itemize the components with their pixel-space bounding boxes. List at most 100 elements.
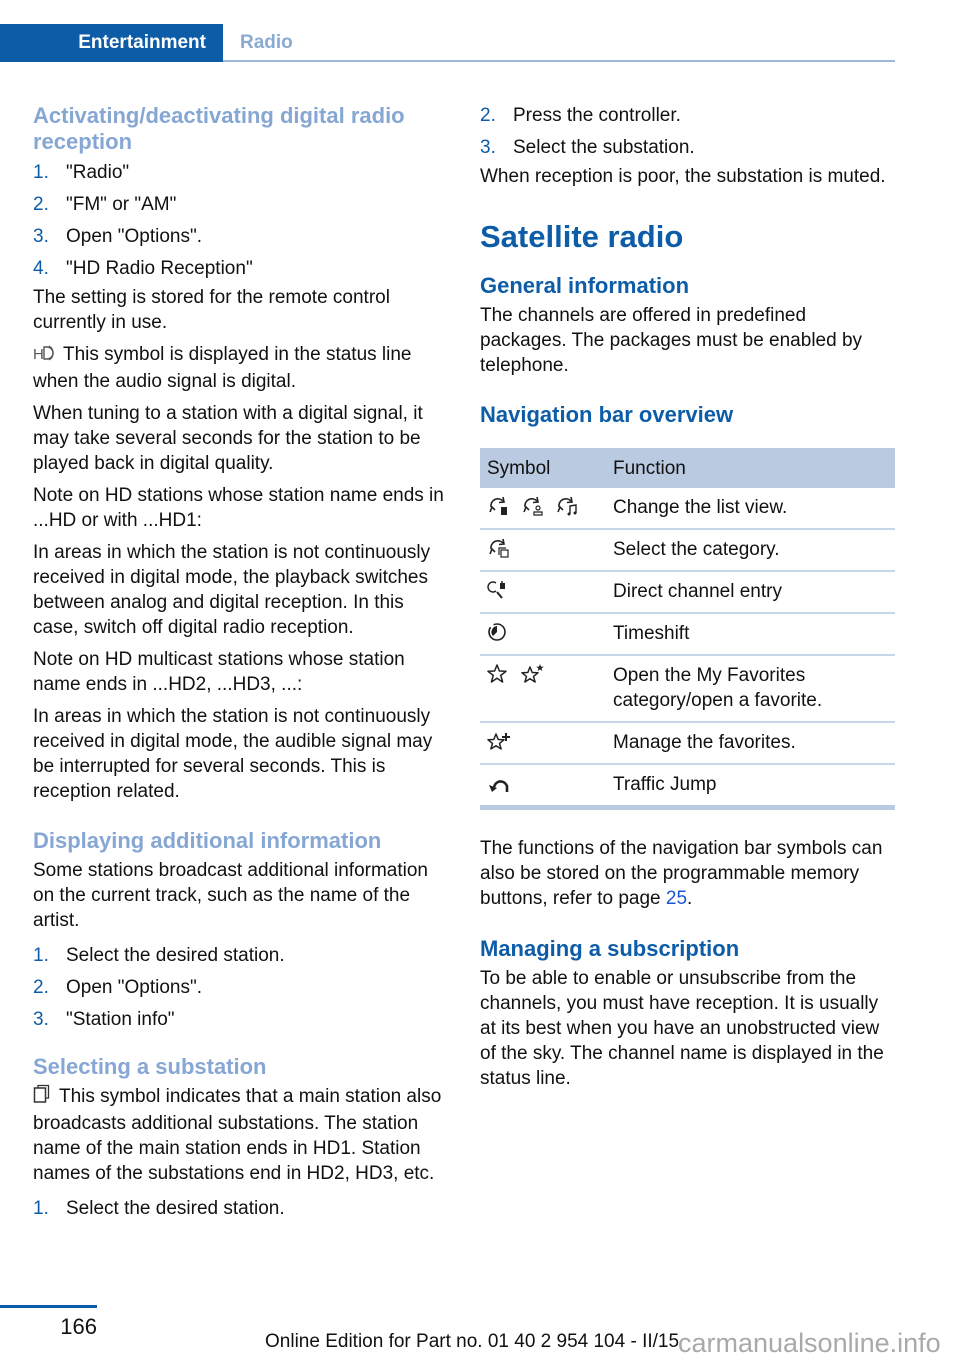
step-text: "Station info" [66,1009,175,1030]
page-number: 166 [60,1314,97,1339]
step-number: 1. [33,1198,49,1219]
paragraph: Note on HD multicast stations whose stat… [33,649,405,695]
list-item: 4. "HD Radio Reception" [33,253,449,285]
heading-navbar-overview: Navigation bar overview [480,402,734,427]
function-cell: Select the category. [606,529,895,572]
function-cell: Direct channel entry [606,571,895,614]
digital-radio-steps: 1. "Radio" 2. "FM" or "AM" 3. Open "Options… [33,157,449,285]
header-subsection-tab[interactable]: Radio [240,24,293,62]
direct-channel-entry-icon [487,579,511,601]
table-row: Select the category. [480,529,895,572]
step-text: "Radio" [66,162,130,183]
step-number: 4. [33,258,49,279]
paragraph-text: . [687,888,693,909]
heading-subscription: Managing a subscription [480,936,740,961]
symbol-cell [480,571,606,614]
svg-text:H: H [33,346,44,362]
paragraph: The channels are offered in predefined p… [480,305,863,376]
function-cell: Change the list view. [606,488,895,530]
list-item: 3. Select the substation. [480,132,896,164]
heading-additional-info: Displaying additional information [33,828,382,853]
table-row: Manage the favorites. [480,722,895,765]
step-text: Open "Options". [66,226,203,247]
favorite-star-marked-icon [521,663,545,685]
table-row: Traffic Jump [480,764,895,810]
heading-digital-radio: Activating/deactivating digital radio re… [33,103,405,154]
table-row: Change the list view. [480,488,895,530]
paragraph: Note on HD stations whose station name e… [33,485,444,531]
list-item: 1. "Radio" [33,157,449,189]
step-number: 3. [33,226,49,247]
step-text: Press the controller. [513,105,681,126]
manage-favorites-icon [487,730,511,752]
paragraph: When reception is poor, the substation i… [480,166,886,187]
step-text: Open "Options". [66,977,203,998]
function-cell: Manage the favorites. [606,722,895,765]
paragraph: In areas in which the station is not con… [33,706,433,802]
paragraph: Some stations broadcast additional infor… [33,860,429,931]
paragraph-navbar-note: The functions of the navigation bar symb… [480,836,896,911]
function-cell: Open the My Favorites category/open a fa… [606,655,895,723]
step-text: Select the desired station. [66,945,285,966]
favorites-star-icon [487,663,511,685]
paragraph-hd-symbol: H This symbol is displayed in the status… [33,342,449,394]
step-number: 2. [480,105,496,126]
left-column: Activating/deactivating digital radio re… [33,100,449,1225]
traffic-jump-icon [487,772,511,794]
step-text: "FM" or "AM" [66,194,177,215]
step-number: 1. [33,162,49,183]
paragraph: When tuning to a station with a digital … [33,403,423,474]
step-text: Select the desired station. [66,1198,285,1219]
list-view-channel-icon [487,495,511,517]
step-number: 3. [33,1009,49,1030]
function-cell: Traffic Jump [606,764,895,810]
list-item: 3. Open "Options". [33,221,449,253]
table-row: Direct channel entry [480,571,895,614]
paragraph: In areas in which the station is not con… [33,542,431,638]
list-view-artist-icon [521,495,545,517]
list-item: 2. Open "Options". [33,972,449,1004]
right-column: 2. Press the controller. 3. Select the sub… [480,100,896,1091]
step-number: 2. [33,194,49,215]
symbol-cell [480,655,606,723]
list-item: 1. Select the desired station. [33,940,449,972]
step-text: "HD Radio Reception" [66,258,253,279]
page-header: Entertainment Radio [0,24,895,62]
paragraph-text: This symbol is displayed in the status l… [33,344,412,392]
symbol-cell [480,613,606,656]
table-row: Timeshift [480,613,895,656]
table-header-row: Symbol Function [480,448,895,488]
header-divider [223,60,895,62]
paragraph: To be able to enable or unsubscribe from… [480,968,884,1089]
list-item: 2. Press the controller. [480,100,896,132]
paragraph: The setting is stored for the remote con… [33,287,390,333]
category-icon [487,537,511,559]
header-section-tab[interactable]: Entertainment [0,24,223,62]
step-text: Select the substation. [513,137,695,158]
symbol-cell [480,764,606,810]
symbol-cell [480,529,606,572]
page-reference-link[interactable]: 25 [666,888,687,909]
table-row: Open the My Favorites category/open a fa… [480,655,895,723]
edition-info: Online Edition for Part no. 01 40 2 954 … [265,1331,680,1352]
step-number: 3. [480,137,496,158]
hd-radio-icon: H [33,344,55,369]
substation-steps-continued: 2. Press the controller. 3. Select the sub… [480,100,896,164]
step-number: 1. [33,945,49,966]
list-item: 2. "FM" or "AM" [33,189,449,221]
list-view-music-icon [555,495,579,517]
navigation-bar-table: Symbol Function Change the list view. Se… [480,448,895,810]
paragraph-text: This symbol indicates that a main statio… [33,1086,442,1184]
chapter-title: Satellite radio [480,219,684,254]
list-item: 1. Select the desired station. [33,1193,449,1225]
footer-divider [0,1305,97,1308]
heading-general-info: General information [480,273,690,298]
symbol-cell [480,488,606,530]
step-number: 2. [33,977,49,998]
symbol-cell [480,722,606,765]
additional-info-steps: 1. Select the desired station. 2. Open "Op… [33,940,449,1036]
timeshift-icon [487,621,511,643]
watermark: carmanualsonline.info [678,1328,941,1358]
heading-substation: Selecting a substation [33,1054,267,1079]
substation-icon [33,1084,51,1111]
